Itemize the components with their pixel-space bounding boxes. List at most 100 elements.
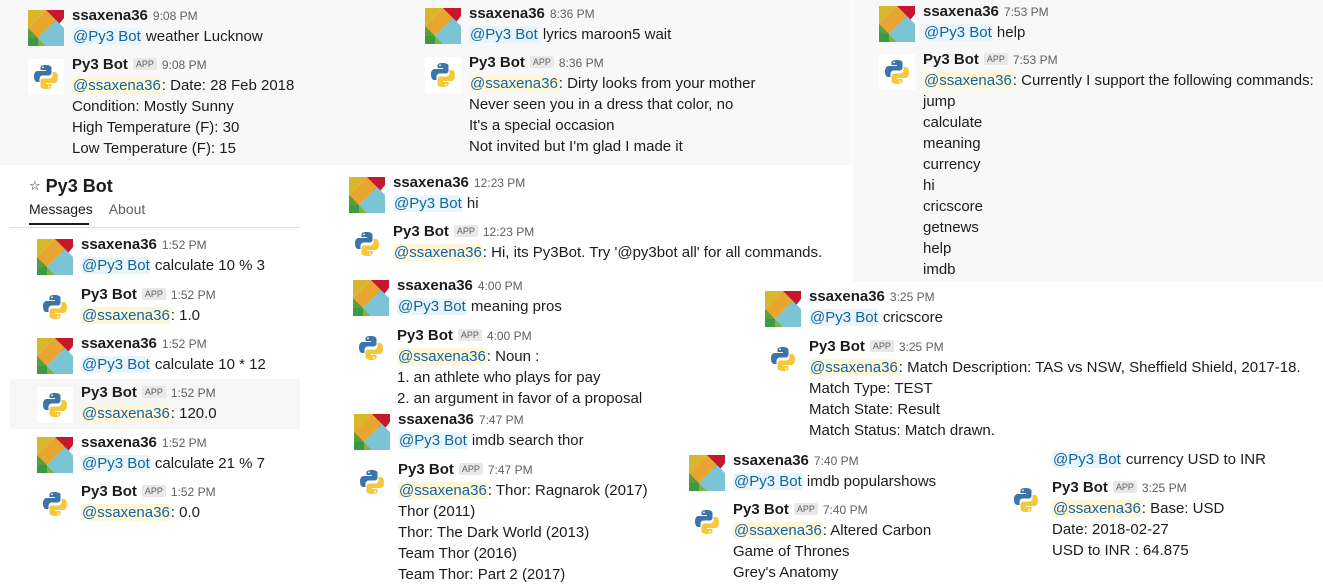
tab-messages[interactable]: Messages <box>29 201 93 217</box>
mention-link[interactable]: @Py3 Bot <box>81 455 151 472</box>
user-avatar-icon[interactable] <box>765 291 801 327</box>
message-text: weather Lucknow <box>141 28 263 45</box>
timestamp[interactable]: 12:23 PM <box>474 176 525 190</box>
user-avatar-icon[interactable] <box>37 338 73 374</box>
mention-link[interactable]: @ssaxena36 <box>81 307 171 324</box>
mention-link[interactable]: @ssaxena36 <box>393 244 483 261</box>
mention-link[interactable]: @Py3 Bot <box>923 24 993 41</box>
mention-link[interactable]: @ssaxena36 <box>469 75 559 92</box>
python-bot-avatar-icon[interactable] <box>689 504 725 540</box>
mention-link[interactable]: @Py3 Bot <box>72 28 142 45</box>
username[interactable]: Py3 Bot <box>1052 479 1108 496</box>
mention-link[interactable]: @Py3 Bot <box>81 356 151 373</box>
timestamp[interactable]: 7:40 PM <box>814 454 859 468</box>
mention-link[interactable]: @ssaxena36 <box>1052 500 1142 517</box>
mention-link[interactable]: @ssaxena36 <box>72 77 162 94</box>
timestamp[interactable]: 3:25 PM <box>890 290 935 304</box>
star-icon[interactable]: ☆ <box>29 178 41 193</box>
timestamp[interactable]: 7:47 PM <box>488 463 533 477</box>
username[interactable]: Py3 Bot <box>397 327 453 344</box>
timestamp[interactable]: 7:47 PM <box>479 413 524 427</box>
timestamp[interactable]: 1:52 PM <box>162 238 207 252</box>
user-avatar-icon[interactable] <box>879 6 915 42</box>
username[interactable]: ssaxena36 <box>81 236 157 253</box>
timestamp[interactable]: 3:25 PM <box>1142 481 1187 495</box>
username[interactable]: Py3 Bot <box>398 461 454 478</box>
mention-link[interactable]: @Py3 Bot <box>397 298 467 315</box>
mention-link[interactable]: @ssaxena36 <box>733 522 823 539</box>
username[interactable]: ssaxena36 <box>72 7 148 24</box>
username[interactable]: ssaxena36 <box>469 5 545 22</box>
timestamp[interactable]: 9:08 PM <box>162 58 207 72</box>
timestamp[interactable]: 1:52 PM <box>171 386 216 400</box>
timestamp[interactable]: 4:00 PM <box>478 279 523 293</box>
username[interactable]: ssaxena36 <box>733 452 809 469</box>
username[interactable]: ssaxena36 <box>809 288 885 305</box>
timestamp[interactable]: 1:52 PM <box>162 436 207 450</box>
username[interactable]: Py3 Bot <box>72 56 128 73</box>
mention-link[interactable]: @ssaxena36 <box>397 348 487 365</box>
user-avatar-icon[interactable] <box>354 414 390 450</box>
username[interactable]: Py3 Bot <box>809 338 865 355</box>
user-avatar-icon[interactable] <box>28 10 64 46</box>
python-bot-avatar-icon[interactable] <box>37 289 73 325</box>
username[interactable]: ssaxena36 <box>923 3 999 20</box>
username[interactable]: Py3 Bot <box>923 51 979 68</box>
python-bot-avatar-icon[interactable] <box>425 57 461 93</box>
username[interactable]: Py3 Bot <box>469 54 525 71</box>
tab-about[interactable]: About <box>109 201 146 217</box>
timestamp[interactable]: 4:00 PM <box>487 329 532 343</box>
timestamp[interactable]: 12:23 PM <box>483 225 534 239</box>
mention-link[interactable]: @Py3 Bot <box>469 26 539 43</box>
python-bot-avatar-icon[interactable] <box>1008 482 1044 518</box>
timestamp[interactable]: 3:25 PM <box>899 340 944 354</box>
user-avatar-icon[interactable] <box>689 455 725 491</box>
username[interactable]: ssaxena36 <box>397 277 473 294</box>
timestamp[interactable]: 9:08 PM <box>153 9 198 23</box>
user-avatar-icon[interactable] <box>425 8 461 44</box>
username[interactable]: ssaxena36 <box>81 335 157 352</box>
username[interactable]: ssaxena36 <box>398 411 474 428</box>
mention-link[interactable]: @Py3 Bot <box>81 257 151 274</box>
python-bot-avatar-icon[interactable] <box>37 387 73 423</box>
mention-link[interactable]: @Py3 Bot <box>398 432 468 449</box>
username[interactable]: Py3 Bot <box>81 286 137 303</box>
timestamp[interactable]: 7:40 PM <box>823 503 868 517</box>
timestamp[interactable]: 1:52 PM <box>162 337 207 351</box>
mention-link[interactable]: @Py3 Bot <box>809 309 879 326</box>
python-bot-avatar-icon[interactable] <box>765 341 801 377</box>
user-avatar-icon[interactable] <box>37 239 73 275</box>
timestamp[interactable]: 7:53 PM <box>1013 53 1058 67</box>
username[interactable]: Py3 Bot <box>393 223 449 240</box>
username[interactable]: ssaxena36 <box>393 174 469 191</box>
timestamp[interactable]: 8:36 PM <box>550 7 595 21</box>
python-bot-avatar-icon[interactable] <box>354 464 390 500</box>
timestamp[interactable]: 8:36 PM <box>559 56 604 70</box>
python-bot-avatar-icon[interactable] <box>28 59 64 95</box>
python-bot-avatar-icon[interactable] <box>37 486 73 522</box>
python-bot-avatar-icon[interactable] <box>353 330 389 366</box>
timestamp[interactable]: 7:53 PM <box>1004 5 1049 19</box>
python-bot-avatar-icon[interactable] <box>349 226 385 262</box>
username[interactable]: Py3 Bot <box>81 384 137 401</box>
mention-link[interactable]: @ssaxena36 <box>809 359 899 376</box>
python-bot-avatar-icon[interactable] <box>879 54 915 90</box>
mention-link[interactable]: @ssaxena36 <box>81 504 171 521</box>
username[interactable]: ssaxena36 <box>81 434 157 451</box>
command-item: imdb <box>923 261 956 278</box>
mention-link[interactable]: @Py3 Bot <box>1052 451 1122 468</box>
user-avatar-icon[interactable] <box>37 437 73 473</box>
user-avatar-icon[interactable] <box>353 280 389 316</box>
mention-link[interactable]: @Py3 Bot <box>393 195 463 212</box>
mention-link[interactable]: @ssaxena36 <box>81 405 171 422</box>
mention-link[interactable]: @Py3 Bot <box>733 473 803 490</box>
message-currency-reply: Py3 Bot APP 3:25 PM @ssaxena36: Base: USD … <box>1008 478 1318 563</box>
mention-link[interactable]: @ssaxena36 <box>398 482 488 499</box>
timestamp[interactable]: 1:52 PM <box>171 485 216 499</box>
message-popular-reply: Py3 Bot APP 7:40 PM @ssaxena36: Altered Ca… <box>689 500 994 585</box>
username[interactable]: Py3 Bot <box>81 483 137 500</box>
timestamp[interactable]: 1:52 PM <box>171 288 216 302</box>
mention-link[interactable]: @ssaxena36 <box>923 72 1013 89</box>
username[interactable]: Py3 Bot <box>733 501 789 518</box>
user-avatar-icon[interactable] <box>349 177 385 213</box>
